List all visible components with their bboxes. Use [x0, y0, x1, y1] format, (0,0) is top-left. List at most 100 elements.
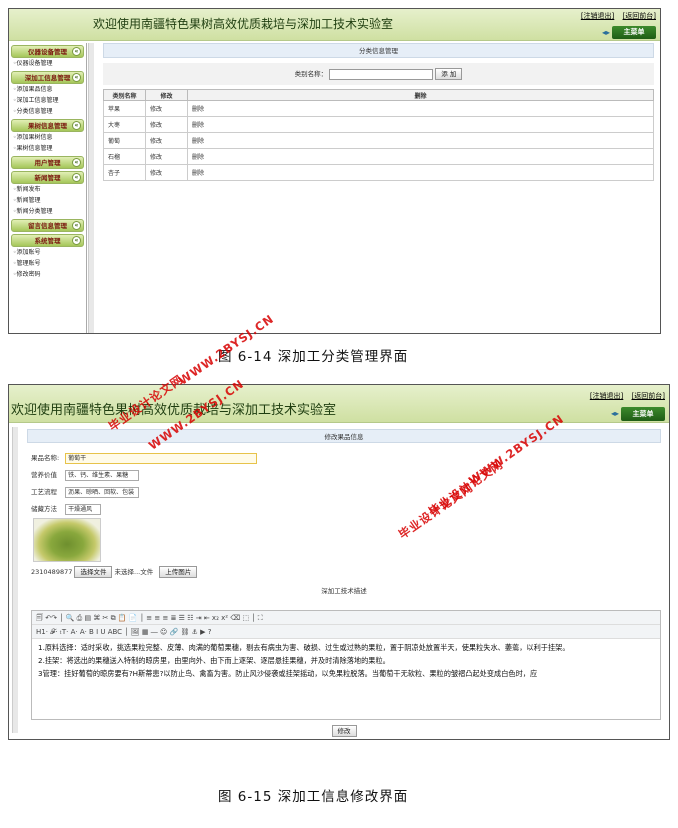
- template-icon: ▤: [84, 614, 92, 622]
- top-banner: 欢迎使用南疆特色果树高效优质栽培与深加工技术实验室 [注销退出] [返回前台] …: [9, 385, 669, 423]
- delete-link[interactable]: 删除: [187, 116, 654, 133]
- sidebar-item[interactable]: 新闻发布: [9, 184, 86, 195]
- sidebar-scrollbar[interactable]: [88, 43, 94, 333]
- sidebar-item[interactable]: 管理账号: [9, 258, 86, 269]
- code-icon: ⌘: [93, 614, 101, 622]
- indent-icon: ⇥: [195, 614, 202, 622]
- sidebar-group-instruments[interactable]: 仪器设备管理 «: [11, 45, 84, 58]
- main-menu-button[interactable]: 主菜单: [612, 26, 656, 39]
- delete-link[interactable]: 删除: [187, 100, 654, 117]
- nutrition-input[interactable]: 铁、钙、维生素、果糖: [65, 469, 140, 481]
- table-row: 石榴 修改 删除: [103, 148, 654, 165]
- rich-text-editor[interactable]: 🗐 ↶↷ │ 🔍 ⎙ ▤ ⌘ ✂ ⧉ 📋 📄 │ ≡ ≡ ≡ ≣ ☰ ☷ ⇥ ⇤…: [31, 610, 661, 720]
- paste-text-icon: 📄: [128, 614, 138, 622]
- header-links: [注销退出] [返回前台]: [575, 11, 656, 21]
- section-title: 修改果品信息: [27, 429, 661, 443]
- col-header: 删除: [187, 89, 654, 101]
- sidebar: 仪器设备管理« 仪器设备管理 深加工信息管理« 添加果品信息 深加工信息管理 分…: [9, 43, 87, 333]
- file-name: 2310489877: [31, 568, 73, 576]
- edit-link[interactable]: 修改: [145, 164, 188, 181]
- collapse-icon: «: [72, 73, 81, 82]
- upload-image-button[interactable]: 上传图片: [159, 566, 198, 578]
- collapse-icon: «: [72, 121, 81, 130]
- table-row: 苹果 修改 删除: [103, 100, 654, 117]
- preview-icon: 🔍: [65, 614, 75, 622]
- top-banner: 欢迎使用南疆特色果树高效优质栽培与深加工技术实验室 [注销退出] [返回前台] …: [9, 9, 660, 41]
- col-header: 修改: [145, 89, 188, 101]
- collapse-icon: «: [72, 236, 81, 245]
- main-menu-button[interactable]: 主菜单: [621, 407, 665, 421]
- collapse-icon: «: [72, 221, 81, 230]
- outdent-icon: ⇤: [203, 614, 210, 622]
- align-center-icon: ≡: [154, 614, 161, 622]
- superscript-icon: x²: [221, 614, 229, 622]
- product-name-input[interactable]: 葡萄干: [65, 452, 258, 464]
- table-icon: ▦: [141, 628, 149, 636]
- align-left-icon: ≡: [146, 614, 153, 622]
- process-input[interactable]: 沥果、晾晒、回软、包装: [65, 486, 140, 498]
- delete-link[interactable]: 删除: [187, 148, 654, 165]
- sidebar-item[interactable]: 添加果树信息: [9, 132, 86, 143]
- sidebar-group-system[interactable]: 系统管理 «: [11, 234, 84, 247]
- back-to-front-link[interactable]: [返回前台]: [623, 12, 656, 20]
- category-table: 类别名称 修改 删除 苹果 修改 删除 大枣 修改 删除 葡萄 修改 删除 石榴 修改 删除 杏…: [103, 89, 654, 181]
- sidebar-group-users[interactable]: 用户管理 «: [11, 156, 84, 169]
- banner-title: 欢迎使用南疆特色果树高效优质栽培与深加工技术实验室: [11, 403, 337, 418]
- category-name: 葡萄: [103, 132, 146, 149]
- description-label: 深加工技术描述: [321, 587, 367, 595]
- upload-row: 2310489877 选择文件 未选择...文件 上传图片: [31, 566, 198, 578]
- back-to-front-link[interactable]: [返回前台]: [632, 392, 665, 400]
- sidebar-item[interactable]: 分类信息管理: [9, 106, 86, 117]
- storage-input[interactable]: 干燥通风: [65, 503, 102, 515]
- sidebar-item[interactable]: 添加果品信息: [9, 84, 86, 95]
- sidebar-group-messages[interactable]: 留言信息管理 «: [11, 219, 84, 232]
- col-header: 类别名称: [103, 89, 146, 101]
- cut-icon: ✂: [102, 614, 109, 622]
- sidebar-group-fruit-trees[interactable]: 果树信息管理 «: [11, 119, 84, 132]
- add-button[interactable]: 添 加: [435, 68, 463, 80]
- banner-title: 欢迎使用南疆特色果树高效优质栽培与深加工技术实验室: [93, 17, 394, 31]
- sidebar-item[interactable]: 仪器设备管理: [9, 58, 86, 69]
- table-row: 大枣 修改 删除: [103, 116, 654, 133]
- ordered-list-icon: ☰: [178, 614, 185, 622]
- edit-link[interactable]: 修改: [145, 132, 188, 149]
- sidebar-item[interactable]: 新闻分类管理: [9, 206, 86, 217]
- edit-link[interactable]: 修改: [145, 116, 188, 133]
- submit-edit-button[interactable]: 修改: [331, 725, 357, 737]
- emoticon-icon: ☺: [159, 628, 168, 636]
- category-name: 大枣: [103, 116, 146, 133]
- edit-link[interactable]: 修改: [145, 100, 188, 117]
- sidebar-group-processing[interactable]: 深加工信息管理 «: [11, 71, 84, 84]
- choose-file-button[interactable]: 选择文件: [74, 566, 113, 578]
- editor-content[interactable]: 1.原料选择：适时采收，挑选果粒完整、皮薄、肉满的葡萄果穗，剔去有病虫为害、破损…: [32, 639, 660, 682]
- sidebar-item[interactable]: 新闻管理: [9, 195, 86, 206]
- logout-link[interactable]: [注销退出]: [581, 12, 614, 20]
- delete-link[interactable]: 删除: [187, 132, 654, 149]
- left-scrollbar[interactable]: [12, 427, 18, 733]
- collapse-icon: «: [72, 173, 81, 182]
- sidebar-item[interactable]: 深加工信息管理: [9, 95, 86, 106]
- delete-link[interactable]: 删除: [187, 164, 654, 181]
- edit-link[interactable]: 修改: [145, 148, 188, 165]
- product-image: [33, 518, 101, 562]
- nav-arrows-icon[interactable]: ◂▸: [611, 409, 619, 418]
- sidebar-item[interactable]: 添加账号: [9, 247, 86, 258]
- header-links: [注销退出] [返回前台]: [584, 391, 665, 401]
- nav-arrows-icon[interactable]: ◂▸: [602, 28, 610, 37]
- collapse-icon: «: [72, 47, 81, 56]
- form-row-nutrition: 营养价值 铁、钙、维生素、果糖: [31, 469, 140, 481]
- align-right-icon: ≡: [162, 614, 169, 622]
- help-icon: ?: [207, 628, 212, 636]
- editor-toolbar-row1[interactable]: 🗐 ↶↷ │ 🔍 ⎙ ▤ ⌘ ✂ ⧉ 📋 📄 │ ≡ ≡ ≡ ≣ ☰ ☷ ⇥ ⇤…: [32, 611, 660, 625]
- main-content: 分类信息管理 类别名称： 添 加 类别名称 修改 删除 苹果 修改 删除 大枣 修改删…: [103, 43, 654, 333]
- editor-toolbar-row2[interactable]: H1· 𝓕· ₜT· A· A· B I U ABC │ 🖼 ▦ ― ☺ 🔗 ⛓…: [32, 625, 660, 639]
- sidebar-item[interactable]: 果树信息管理: [9, 143, 86, 154]
- logout-link[interactable]: [注销退出]: [590, 392, 623, 400]
- sidebar-group-news[interactable]: 新闻管理 «: [11, 171, 84, 184]
- fullscreen-icon: ⛶: [257, 614, 263, 622]
- category-name-input[interactable]: [329, 68, 434, 80]
- link-icon: 🔗: [169, 628, 179, 636]
- sidebar-item[interactable]: 修改密码: [9, 269, 86, 280]
- editor-paragraph: 1.原料选择：适时采收，挑选果粒完整、皮薄、肉满的葡萄果穗，剔去有病虫为害、破损…: [38, 643, 570, 652]
- formatting-tools: H1· 𝓕· ₜT· A· A· B I U ABC: [36, 628, 123, 636]
